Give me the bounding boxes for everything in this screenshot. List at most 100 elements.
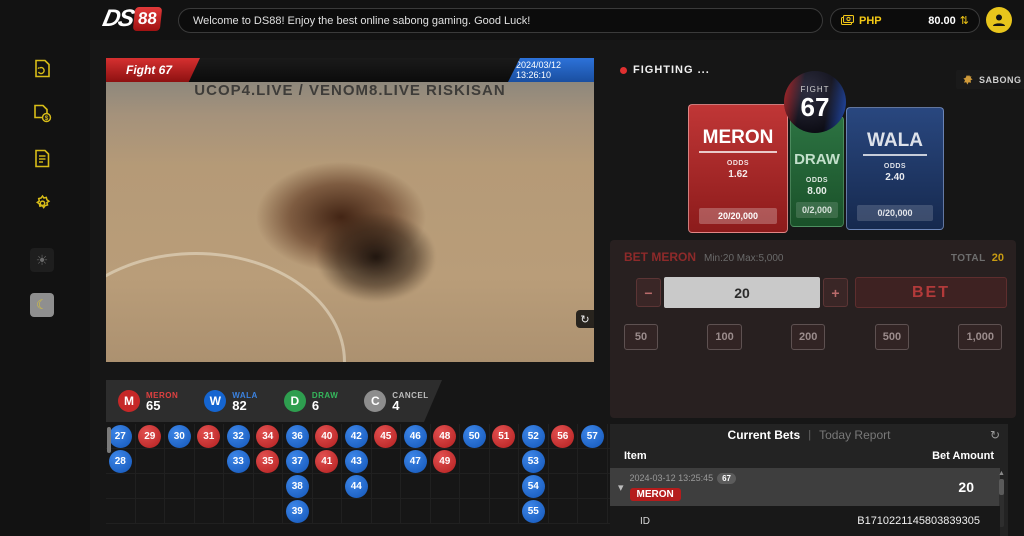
trend-cell: 52 xyxy=(519,424,549,449)
announcement-text: Welcome to DS88! Enjoy the best online s… xyxy=(193,15,530,27)
trend-result-30: 30 xyxy=(168,425,191,448)
meron-bet-card[interactable]: MERON ODDS 1.62 20/20,000 xyxy=(688,104,788,233)
bet-time: 2024-03-12 13:25:45 xyxy=(630,473,714,483)
trend-cell xyxy=(136,449,166,474)
trend-result-54: 54 xyxy=(522,475,545,498)
trend-cell xyxy=(165,474,195,499)
chevron-down-icon[interactable]: ▾ xyxy=(618,481,624,494)
sidebar-item-transactions[interactable]: $ xyxy=(30,101,54,125)
bet-row[interactable]: ▾ 2024-03-12 13:25:45 67 MERON 20 xyxy=(610,468,1000,506)
theme-dark-toggle[interactable]: ☾ xyxy=(30,293,54,317)
refresh-bets-icon[interactable]: ↻ xyxy=(990,428,1000,442)
sidebar-item-bet-records[interactable] xyxy=(30,56,54,80)
stat-text: WALA82 xyxy=(232,391,258,411)
video-timestamp-badge: 2024/03/12 13:26:10 xyxy=(508,58,594,82)
trend-cell: 47 xyxy=(401,449,431,474)
chip-200[interactable]: 200 xyxy=(791,324,825,350)
status-dot xyxy=(620,67,627,74)
scroll-up-icon[interactable]: ▲ xyxy=(998,470,1005,477)
trend-cell xyxy=(460,474,490,499)
trend-cell xyxy=(431,474,461,499)
wala-limit: 0/20,000 xyxy=(857,205,934,221)
trend-result-35: 35 xyxy=(256,450,279,473)
meron-limit: 20/20,000 xyxy=(699,208,777,224)
user-avatar[interactable] xyxy=(986,7,1012,33)
bet-amount-input[interactable] xyxy=(664,277,820,308)
trend-cell xyxy=(490,474,520,499)
wala-bet-card[interactable]: WALA ODDS 2.40 0/20,000 xyxy=(846,107,944,230)
bet-row-info: 2024-03-12 13:25:45 67 MERON xyxy=(630,473,736,502)
logo-88-text: 88 xyxy=(133,7,162,31)
trend-cell xyxy=(165,449,195,474)
chip-500[interactable]: 500 xyxy=(875,324,909,350)
trend-cell: 50 xyxy=(460,424,490,449)
chip-1000[interactable]: 1,000 xyxy=(958,324,1002,350)
sidebar-item-rules[interactable] xyxy=(30,146,54,170)
sidebar-item-settings[interactable] xyxy=(30,191,54,215)
trend-cell xyxy=(578,449,608,474)
trend-result-33: 33 xyxy=(227,450,250,473)
draw-limit: 0/2,000 xyxy=(796,202,838,218)
tab-today-report[interactable]: Today Report xyxy=(819,428,890,442)
bets-tabs: Current Bets | Today Report xyxy=(610,428,1008,442)
trend-cell: 33 xyxy=(224,449,254,474)
trend-cell xyxy=(254,499,284,524)
bet-amount-value: 20 xyxy=(958,479,974,495)
moon-icon: ☾ xyxy=(36,297,48,313)
trend-cell: 55 xyxy=(519,499,549,524)
trend-result-52: 52 xyxy=(522,425,545,448)
trend-result-37: 37 xyxy=(286,450,309,473)
wala-odds-value: 2.40 xyxy=(885,172,904,183)
trend-cell: 37 xyxy=(283,449,313,474)
chip-100[interactable]: 100 xyxy=(707,324,741,350)
draw-title: DRAW xyxy=(790,151,844,170)
wallet-pill[interactable]: PHP 80.00 ⇅ xyxy=(830,8,980,33)
provider-badge[interactable]: SABONG xyxy=(956,70,1024,89)
trend-cell xyxy=(490,499,520,524)
trend-cell xyxy=(106,474,136,499)
stat-cancel: CCANCEL4 xyxy=(364,390,428,412)
stat-meron: MMERON65 xyxy=(118,390,178,412)
trend-cell xyxy=(460,499,490,524)
rules-icon xyxy=(34,149,50,168)
chip-50[interactable]: 50 xyxy=(624,324,658,350)
trend-cell: 35 xyxy=(254,449,284,474)
top-bar: DS 88 Welcome to DS88! Enjoy the best on… xyxy=(0,0,1024,40)
trend-cell: 36 xyxy=(283,424,313,449)
tab-current-bets[interactable]: Current Bets xyxy=(728,428,801,442)
ds88-logo[interactable]: DS 88 xyxy=(103,5,161,33)
trend-cell xyxy=(372,499,402,524)
decrease-bet-button[interactable]: − xyxy=(636,278,661,307)
increase-bet-button[interactable]: + xyxy=(823,278,848,307)
trend-cell: 29 xyxy=(136,424,166,449)
trend-result-51: 51 xyxy=(492,425,515,448)
bet-panel-header: BET MERON Min:20 Max:5,000 TOTAL 20 xyxy=(624,250,1004,264)
trend-cell xyxy=(549,499,579,524)
trend-scrollbar[interactable] xyxy=(107,427,111,453)
trend-result-47: 47 xyxy=(404,450,427,473)
trend-cell xyxy=(224,474,254,499)
trend-result-40: 40 xyxy=(315,425,338,448)
trend-cell xyxy=(106,499,136,524)
trend-cell: 45 xyxy=(372,424,402,449)
bet-button[interactable]: BET xyxy=(855,277,1007,308)
live-video-player[interactable]: UCOP4.LIVE / VENOM8.LIVE RISKISAN ↻ Figh… xyxy=(106,58,594,362)
trend-result-38: 38 xyxy=(286,475,309,498)
refresh-balance-icon[interactable]: ⇅ xyxy=(960,14,969,27)
bets-column-headers: Item Bet Amount xyxy=(610,450,1008,462)
trend-cell: 42 xyxy=(342,424,372,449)
video-watermark: UCOP4.LIVE / VENOM8.LIVE RISKISAN xyxy=(106,82,594,99)
theme-light-toggle[interactable]: ☀ xyxy=(30,248,54,272)
trend-cell: 56 xyxy=(549,424,579,449)
stat-text: CANCEL4 xyxy=(392,391,428,411)
rotate-video-button[interactable]: ↻ xyxy=(576,310,594,328)
scrollbar-thumb[interactable] xyxy=(999,479,1004,495)
rotate-icon: ↻ xyxy=(580,313,589,326)
stat-bubble: D xyxy=(284,390,306,412)
trend-cell xyxy=(195,474,225,499)
trend-result-44: 44 xyxy=(345,475,368,498)
bet-fight-number-badge: 67 xyxy=(717,473,736,484)
meron-odds-value: 1.62 xyxy=(728,169,747,180)
video-scene-shape xyxy=(316,212,436,302)
trend-cell: 38 xyxy=(283,474,313,499)
